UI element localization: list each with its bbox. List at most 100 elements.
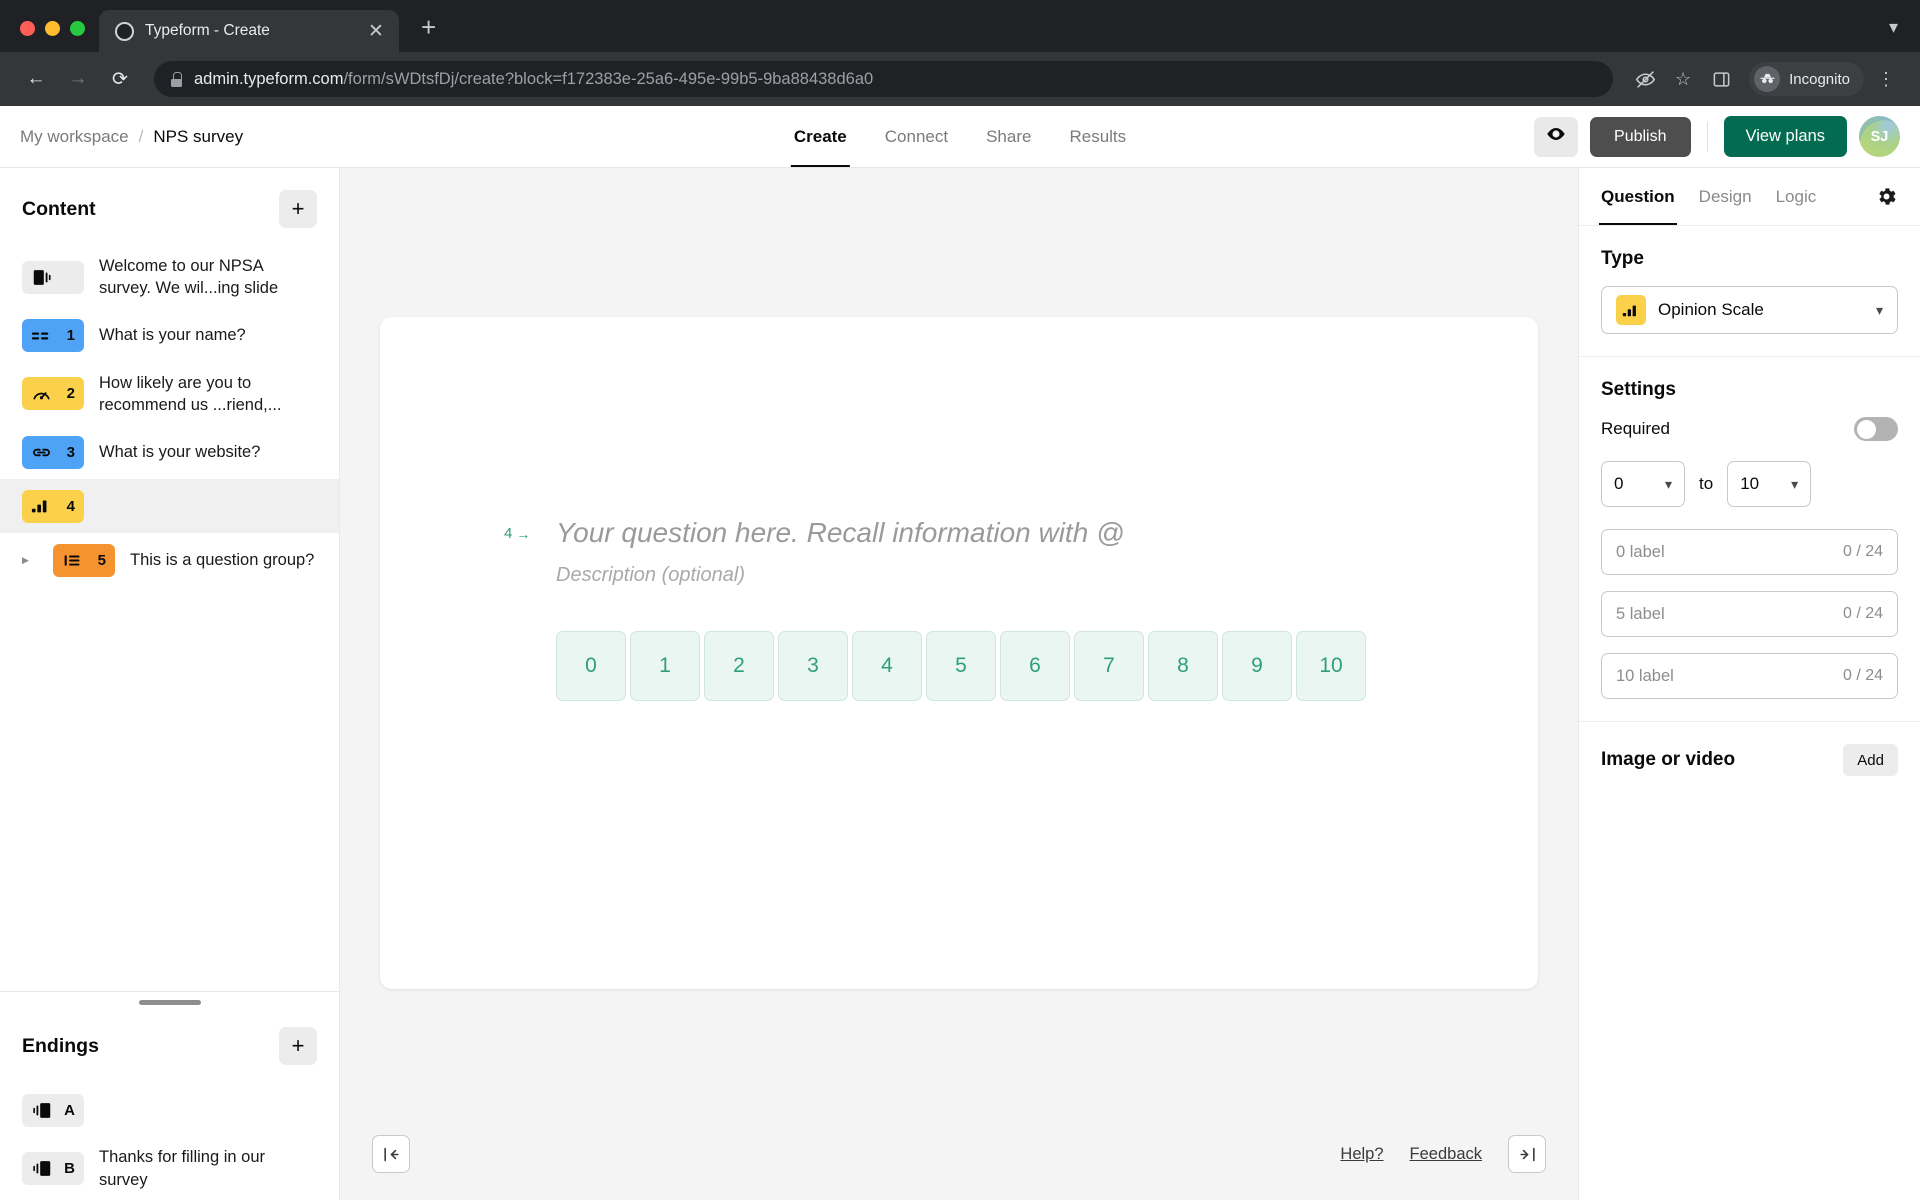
question-group-icon: 5 [53, 543, 115, 577]
circle-favicon [115, 21, 134, 41]
label-field-5[interactable]: 5 label 0 / 24 [1601, 591, 1898, 637]
chevron-right-icon[interactable]: ▶ [22, 555, 34, 565]
sidebar-item-label: This is a question group? [130, 550, 315, 569]
range-to-value: 10 [1740, 474, 1760, 493]
plus-icon[interactable]: + [421, 14, 436, 40]
breadcrumb-form-name[interactable]: NPS survey [153, 127, 243, 147]
scale-option-9[interactable]: 9 [1222, 631, 1292, 701]
sidebar-item-badge: 1 [66, 327, 75, 345]
sidebar-item-label: What is your website? [99, 442, 261, 461]
endings-item-label: Thanks for filling in our survey [99, 1148, 265, 1189]
required-toggle[interactable] [1854, 417, 1898, 441]
link-icon: 3 [22, 435, 84, 469]
scale-option-2[interactable]: 2 [704, 631, 774, 701]
add-ending-button[interactable]: + [279, 1027, 317, 1066]
range-to-select[interactable]: 10 ▾ [1727, 461, 1812, 507]
endings-panel-header: Endings + [0, 1005, 339, 1083]
tab-question[interactable]: Question [1599, 168, 1677, 225]
scale-option-3[interactable]: 3 [778, 631, 848, 701]
browser-tabstrip: Typeform - Create ✕ + ▾ [0, 0, 1920, 52]
breadcrumb-workspace[interactable]: My workspace [20, 127, 129, 147]
tab-design[interactable]: Design [1699, 168, 1752, 225]
url-domain: admin.typeform.com [194, 69, 344, 88]
tab-results[interactable]: Results [1069, 106, 1126, 167]
url-text: admin.typeform.com/form/sWDtsfDj/create?… [194, 70, 873, 89]
question-type-select[interactable]: Opinion Scale ▾ [1601, 286, 1898, 334]
opinion-scale-preview: 0 1 2 3 4 5 6 7 8 9 10 [556, 631, 1448, 701]
question-title-row: 4 → Your question here. Recall informati… [504, 515, 1448, 550]
sidebar-item-welcome[interactable]: Welcome to our NPSA survey. We wil...ing… [0, 246, 339, 309]
chevron-down-icon: ▾ [1664, 475, 1672, 492]
media-heading: Image or video [1601, 749, 1736, 770]
avatar[interactable]: SJ [1859, 116, 1900, 157]
collapse-left-icon[interactable] [372, 1135, 410, 1173]
reload-icon[interactable]: ⟳ [102, 61, 138, 97]
range-from-select[interactable]: 0 ▾ [1601, 461, 1685, 507]
lock-icon [170, 72, 183, 87]
preview-button[interactable] [1534, 116, 1579, 157]
kebab-menu-icon[interactable]: ⋮ [1870, 63, 1902, 95]
close-window-button[interactable] [20, 21, 35, 36]
sidebar-item-label: What is your name? [99, 326, 246, 345]
add-media-button[interactable]: Add [1843, 744, 1898, 776]
sidebar-item-opinion-scale[interactable]: 4 [0, 479, 339, 534]
label-field-0-counter: 0 / 24 [1842, 543, 1883, 560]
address-bar[interactable]: admin.typeform.com/form/sWDtsfDj/create?… [154, 61, 1614, 97]
range-from-value: 0 [1614, 474, 1624, 493]
scale-option-0[interactable]: 0 [556, 631, 626, 701]
collapse-right-icon[interactable] [1508, 1135, 1546, 1173]
endings-item-badge: A [64, 1101, 75, 1119]
feedback-link[interactable]: Feedback [1410, 1145, 1482, 1164]
gear-icon[interactable] [1875, 185, 1898, 208]
label-field-0[interactable]: 0 label 0 / 24 [1601, 529, 1898, 575]
label-field-10[interactable]: 10 label 0 / 24 [1601, 653, 1898, 699]
endings-item-b[interactable]: B Thanks for filling in our survey [0, 1137, 339, 1200]
scale-option-6[interactable]: 6 [1000, 631, 1070, 701]
scale-option-7[interactable]: 7 [1074, 631, 1144, 701]
sidebar-splitter[interactable] [0, 991, 339, 1006]
scale-option-5[interactable]: 5 [926, 631, 996, 701]
help-link[interactable]: Help? [1340, 1145, 1383, 1164]
tab-create[interactable]: Create [790, 106, 850, 167]
tab-logic[interactable]: Logic [1776, 168, 1817, 225]
incognito-indicator[interactable]: Incognito [1749, 62, 1864, 96]
browser-tab[interactable]: Typeform - Create ✕ [99, 10, 399, 52]
view-plans-button[interactable]: View plans [1723, 116, 1847, 157]
publish-button[interactable]: Publish [1590, 116, 1691, 157]
drag-handle-icon[interactable] [138, 1000, 201, 1006]
chevron-down-icon[interactable]: ▾ [1889, 17, 1920, 52]
content-panel-header: Content + [0, 168, 339, 246]
close-icon[interactable]: ✕ [365, 22, 387, 41]
scale-option-8[interactable]: 8 [1148, 631, 1218, 701]
eye-slash-icon[interactable] [1629, 63, 1661, 95]
sidebar-item-label: Welcome to our NPSA survey. We wil...ing… [99, 257, 279, 298]
endings-item-a[interactable]: A [0, 1083, 339, 1137]
question-settings-panel: Question Design Logic Type Opinion Scale… [1578, 168, 1920, 1200]
tab-share[interactable]: Share [986, 106, 1031, 167]
settings-section: Settings Required 0 ▾ to 10 ▾ 0 label 0 … [1579, 357, 1920, 722]
side-panel-icon[interactable] [1705, 63, 1737, 95]
tab-connect[interactable]: Connect [885, 106, 948, 167]
sidebar-item-badge: 2 [66, 385, 75, 403]
scale-option-10[interactable]: 10 [1296, 631, 1366, 701]
ending-icon: B [22, 1152, 84, 1186]
breadcrumb: My workspace / NPS survey [20, 127, 243, 147]
sidebar-item-website[interactable]: 3 What is your website? [0, 425, 339, 479]
sidebar-item-question-group[interactable]: ▶ 5 This is a question group? [0, 533, 339, 587]
maximize-window-button[interactable] [70, 21, 85, 36]
scale-option-4[interactable]: 4 [852, 631, 922, 701]
sidebar-item-name[interactable]: 1 What is your name? [0, 309, 339, 363]
incognito-hat-icon [1754, 66, 1781, 92]
sidebar-item-nps[interactable]: 2 How likely are you to recommend us ...… [0, 363, 339, 426]
question-description-input[interactable]: Description (optional) [556, 564, 1448, 587]
minimize-window-button[interactable] [45, 21, 60, 36]
add-content-button[interactable]: + [279, 190, 317, 228]
range-to-label: to [1699, 474, 1714, 493]
arrow-right-icon[interactable]: → [60, 61, 96, 97]
star-icon[interactable]: ☆ [1667, 63, 1699, 95]
incognito-label: Incognito [1789, 70, 1850, 88]
question-title-input[interactable]: Your question here. Recall information w… [556, 515, 1125, 550]
arrow-left-icon[interactable]: ← [18, 61, 54, 97]
scale-option-1[interactable]: 1 [630, 631, 700, 701]
scale-range-row: 0 ▾ to 10 ▾ [1601, 461, 1898, 507]
